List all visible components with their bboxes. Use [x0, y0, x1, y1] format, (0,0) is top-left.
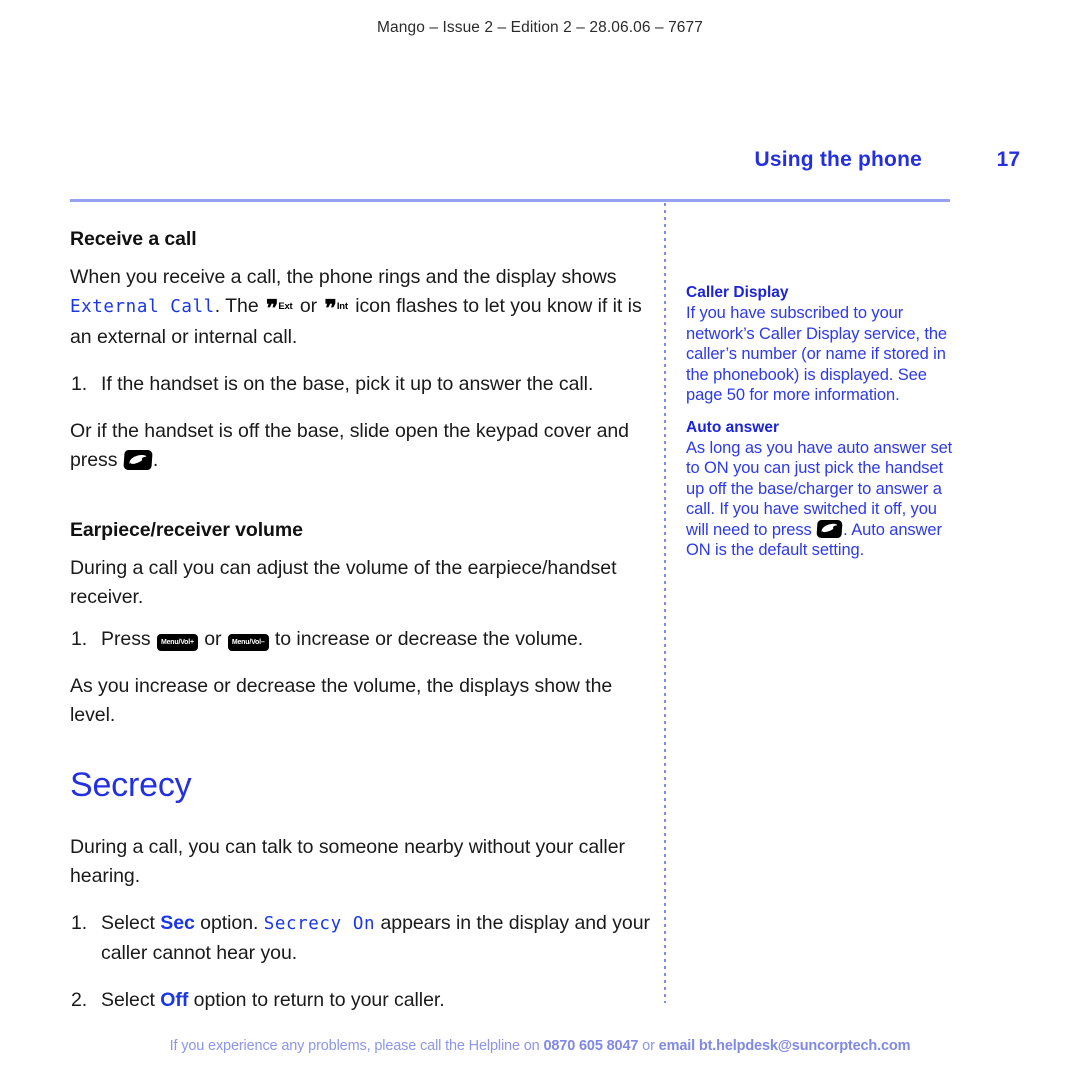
intro-text-part2: . The: [214, 295, 264, 317]
menu-vol-down-key: Menu/Vol–: [227, 634, 269, 651]
sidebar-heading-caller-display: Caller Display: [686, 284, 789, 301]
list-item-text-part1: Press: [101, 628, 156, 650]
intro-text-part1: When you receive a call, the phone rings…: [70, 266, 617, 288]
list-marker: 1.: [71, 373, 88, 395]
page-number: 17: [996, 148, 1020, 171]
handset-glyph: ❞: [265, 295, 279, 321]
heading-earpiece-receiver-volume: Earpiece/receiver volume: [70, 519, 303, 541]
list-item-text-part1: Select: [101, 912, 161, 934]
talk-key-icon: [816, 519, 843, 538]
continuation-text-part2: .: [152, 449, 159, 471]
sidebar-text-auto-answer: As long as you have auto answer set to O…: [686, 438, 956, 561]
receive-a-call-continuation: Or if the handset is off the base, slide…: [70, 417, 650, 475]
footer-email: email bt.helpdesk@suncorptech.com: [658, 1038, 911, 1054]
lcd-external-call: External Call: [70, 297, 215, 317]
sidebar-heading-auto-answer: Auto answer: [686, 418, 780, 436]
footer-phone-number: 0870 605 8047: [543, 1038, 639, 1054]
list-item-text-part2: option to return to your caller.: [188, 989, 445, 1011]
footer-text-part2: or: [638, 1038, 659, 1054]
sidebar-text-caller-display: If you have subscribed to your network’s…: [686, 304, 948, 404]
running-head: Mango – Issue 2 – Edition 2 – 28.06.06 –…: [377, 19, 703, 36]
main-column: Receive a call When you receive a call, …: [70, 228, 650, 1015]
earpiece-volume-continuation: As you increase or decrease the volume, …: [70, 675, 613, 726]
list-marker: 1.: [71, 912, 88, 934]
internal-call-indicator-icon: ❞Int: [324, 294, 348, 323]
external-call-indicator-icon: ❞Ext: [266, 294, 293, 323]
secrecy-intro: During a call, you can talk to someone n…: [70, 836, 625, 887]
list-item-text: If the handset is on the base, pick it u…: [101, 373, 594, 395]
earpiece-volume-intro: During a call you can adjust the volume …: [70, 557, 617, 608]
sidebar-column: Caller Display If you have subscribed to…: [686, 282, 956, 561]
softkey-sec-label: Sec: [160, 912, 195, 934]
lcd-secrecy-on: Secrecy On: [263, 914, 376, 934]
column-divider: [664, 203, 666, 1003]
list-item: 1. If the handset is on the base, pick it…: [70, 370, 650, 399]
header-rule: [70, 199, 950, 202]
heading-secrecy: Secrecy: [70, 766, 192, 804]
int-label: Int: [336, 301, 348, 312]
chapter-title: Using the phone: [754, 148, 922, 171]
page-header: Using the phone 17: [60, 148, 1021, 190]
list-item-text-part2: or: [198, 628, 227, 650]
menu-vol-up-key: Menu/Vol+: [156, 634, 198, 651]
list-item: 2. Select Off option to return to your ca…: [70, 986, 650, 1015]
handset-glyph: ❞: [324, 295, 337, 321]
ext-label: Ext: [278, 301, 293, 312]
list-item-text-part1: Select: [101, 989, 161, 1011]
list-item-text-part2: option.: [194, 912, 264, 934]
footer-text-part1: If you experience any problems, please c…: [169, 1038, 544, 1054]
list-marker: 2.: [71, 989, 88, 1011]
receive-a-call-intro: When you receive a call, the phone rings…: [70, 263, 650, 352]
softkey-off-label: Off: [160, 989, 189, 1011]
intro-text-part3: or: [294, 295, 323, 317]
list-item: 1. Press Menu/Vol+ or Menu/Vol– to increa…: [70, 625, 650, 654]
footer-helpline: If you experience any problems, please c…: [0, 1038, 1080, 1054]
list-marker: 1.: [71, 628, 88, 650]
heading-receive-a-call: Receive a call: [70, 228, 197, 250]
talk-key-icon: [123, 450, 153, 470]
list-item: 1. Select Sec option. Secrecy On appears …: [70, 909, 650, 968]
list-item-text-part3: to increase or decrease the volume.: [269, 628, 584, 650]
